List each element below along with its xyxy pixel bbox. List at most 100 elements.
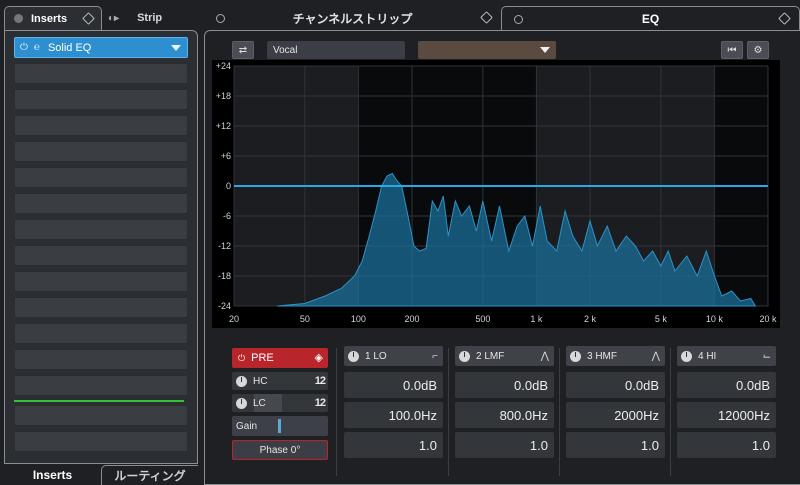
tab-channel-strip-label: チャンネルストリップ (292, 11, 413, 26)
eq-graph[interactable]: +24 +18 +12 +6 0 -6 -12 -18 -24 20 50 100 200 500 1 k 2… (212, 60, 780, 328)
band-1-header[interactable]: 1 LO ⌐ (344, 346, 443, 366)
power-icon: ⏻ (238, 352, 246, 363)
hc-row[interactable]: HC 12 (232, 372, 328, 390)
band-4-header[interactable]: 4 HI ⌙ (677, 346, 776, 366)
preset-field[interactable]: Vocal (267, 41, 405, 59)
band-3-label: 3 HMF (587, 350, 617, 362)
lc-slope[interactable]: 12 (315, 397, 326, 409)
insert-slot-11[interactable] (14, 297, 188, 318)
gear-icon: ⚙ (753, 44, 763, 56)
x-tick-label: 20 (229, 314, 239, 324)
insert-slot-2[interactable] (14, 63, 188, 84)
bypass-icon[interactable]: ⏻ (20, 42, 28, 53)
insert-slot-3[interactable] (14, 89, 188, 110)
insert-slot-name: Solid EQ (47, 41, 92, 54)
skip-back-icon: ⏮ (727, 44, 737, 56)
channel-editor: Inserts ◐▸ Strip ⏻ ℮ Solid EQ Inserts ルー… (0, 0, 800, 485)
peak-icon[interactable]: ⋀ (541, 351, 549, 362)
x-tick-label: 1 k (530, 314, 543, 324)
band-3-q[interactable]: 1.0 (566, 432, 665, 458)
y-tick-label: -12 (218, 241, 231, 251)
band-2-q[interactable]: 1.0 (455, 432, 554, 458)
band-1-gain[interactable]: 0.0dB (344, 372, 443, 398)
strip-icon: ◐▸ (108, 12, 120, 24)
tab-inserts-label: Inserts (31, 12, 68, 25)
pre-button[interactable]: ⏻ PRE ◈ (232, 348, 328, 368)
band-1-knob[interactable] (348, 350, 359, 362)
chevron-down-icon (540, 47, 550, 53)
eq-chart[interactable]: +24 +18 +12 +6 0 -6 -12 -18 -24 20 50 100 200 500 1 k 2… (212, 60, 780, 328)
insert-slot-15[interactable] (14, 405, 188, 426)
diamond-icon[interactable] (82, 12, 95, 25)
insert-slot-14[interactable] (14, 375, 188, 396)
x-tick-label: 10 k (706, 314, 724, 324)
band-4-knob[interactable] (681, 350, 692, 362)
hc-knob[interactable] (236, 375, 247, 387)
gain-slider[interactable]: Gain (232, 416, 328, 436)
preset-icon[interactable]: ◈ (315, 351, 323, 364)
insert-slot-8[interactable] (14, 219, 188, 240)
phase-button[interactable]: Phase 0° (232, 440, 328, 460)
band-4-freq[interactable]: 12000Hz (677, 402, 776, 428)
lc-knob[interactable] (236, 397, 247, 409)
y-tick-label: +12 (216, 121, 231, 131)
tab-routing[interactable]: ルーティング (101, 465, 198, 485)
settings-button[interactable]: ⚙ (747, 41, 769, 59)
band-3-knob[interactable] (570, 350, 581, 362)
x-tick-label: 500 (475, 314, 490, 324)
eq-bands: ⏻ PRE ◈ HC 12 LC 12 Gain Phase 0° 1 LO ⌐… (212, 338, 780, 478)
gain-thumb[interactable] (278, 419, 281, 433)
tab-eq[interactable]: EQ (501, 6, 800, 30)
y-tick-label: -6 (223, 211, 231, 221)
tab-channel-strip[interactable]: チャンネルストリップ (204, 6, 501, 30)
insert-slot-6[interactable] (14, 167, 188, 188)
insert-slot-12[interactable] (14, 323, 188, 344)
band-3-freq[interactable]: 2000Hz (566, 402, 665, 428)
reset-button[interactable]: ⏮ (721, 41, 743, 59)
band-2-knob[interactable] (459, 350, 470, 362)
y-tick-label: +18 (216, 91, 231, 101)
preset-dropdown[interactable] (418, 41, 556, 59)
band-2-header[interactable]: 2 LMF ⋀ (455, 346, 554, 366)
diamond-icon[interactable] (480, 11, 493, 24)
insert-slot-4[interactable] (14, 115, 188, 136)
insert-slot-13[interactable] (14, 349, 188, 370)
hc-slope[interactable]: 12 (315, 375, 326, 387)
insert-slot-1[interactable]: ⏻ ℮ Solid EQ (14, 37, 188, 58)
gain-label: Gain (236, 420, 258, 432)
chevron-down-icon[interactable] (171, 45, 181, 51)
edit-icon[interactable]: ℮ (34, 42, 40, 53)
band-1-freq[interactable]: 100.0Hz (344, 402, 443, 428)
y-tick-label: 0 (226, 181, 231, 191)
insert-slot-10[interactable] (14, 271, 188, 292)
band-3-header[interactable]: 3 HMF ⋀ (566, 346, 665, 366)
tab-strip[interactable]: ◐▸ Strip (102, 6, 198, 30)
swap-icon: ⇄ (238, 44, 248, 56)
insert-slot-7[interactable] (14, 193, 188, 214)
peak-icon[interactable]: ⋀ (652, 351, 660, 362)
band-2-freq[interactable]: 800.0Hz (455, 402, 554, 428)
lc-row[interactable]: LC 12 (232, 394, 328, 412)
hc-label: HC (253, 375, 268, 387)
diamond-icon[interactable] (778, 12, 791, 25)
insert-slot-16[interactable] (14, 431, 188, 452)
band-2-gain[interactable]: 0.0dB (455, 372, 554, 398)
x-tick-label: 5 k (655, 314, 668, 324)
band-4-gain[interactable]: 0.0dB (677, 372, 776, 398)
high-shelf-icon[interactable]: ⌙ (763, 351, 771, 362)
x-tick-label: 20 k (759, 314, 777, 324)
status-dot-icon (216, 14, 225, 23)
low-shelf-icon[interactable]: ⌐ (432, 351, 438, 362)
tab-bottom-inserts[interactable]: Inserts (4, 465, 101, 485)
divider (670, 348, 671, 476)
band-4-q[interactable]: 1.0 (677, 432, 776, 458)
insert-slot-9[interactable] (14, 245, 188, 266)
band-1-q[interactable]: 1.0 (344, 432, 443, 458)
tab-inserts[interactable]: Inserts (4, 6, 102, 30)
x-tick-label: 200 (404, 314, 419, 324)
band-3-gain[interactable]: 0.0dB (566, 372, 665, 398)
y-tick-label: -24 (218, 301, 231, 311)
y-tick-label: +24 (216, 61, 231, 71)
insert-slot-5[interactable] (14, 141, 188, 162)
eq-mode-button[interactable]: ⇄ (232, 41, 254, 59)
